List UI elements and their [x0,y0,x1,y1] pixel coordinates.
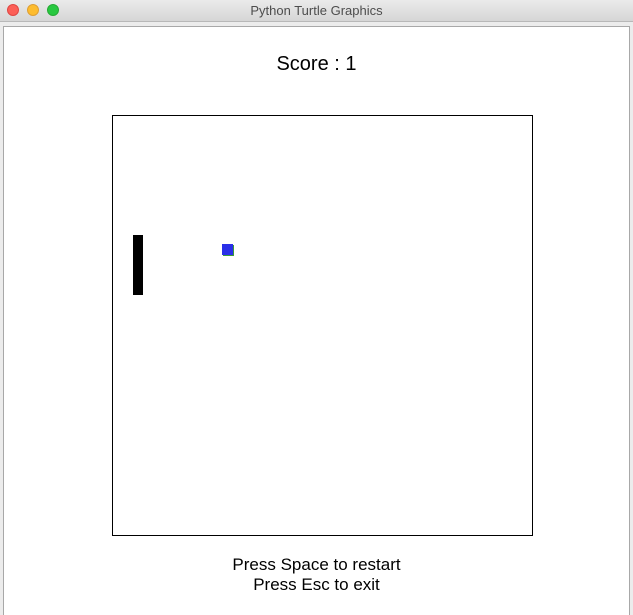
player-paddle [133,235,143,295]
score-label: Score : 1 [276,53,357,75]
game-arena [112,115,533,536]
ball [222,244,233,255]
window-title: Python Turtle Graphics [250,3,383,18]
instructions: Press Space to restart Press Esc to exit [4,555,629,595]
title-bar[interactable]: Python Turtle Graphics [0,0,633,22]
exit-instruction: Press Esc to exit [253,575,380,594]
turtle-window: Python Turtle Graphics Score : 1 Press S… [0,0,633,615]
turtle-canvas[interactable]: Score : 1 Press Space to restart Press E… [3,26,630,615]
restart-instruction: Press Space to restart [232,555,401,574]
